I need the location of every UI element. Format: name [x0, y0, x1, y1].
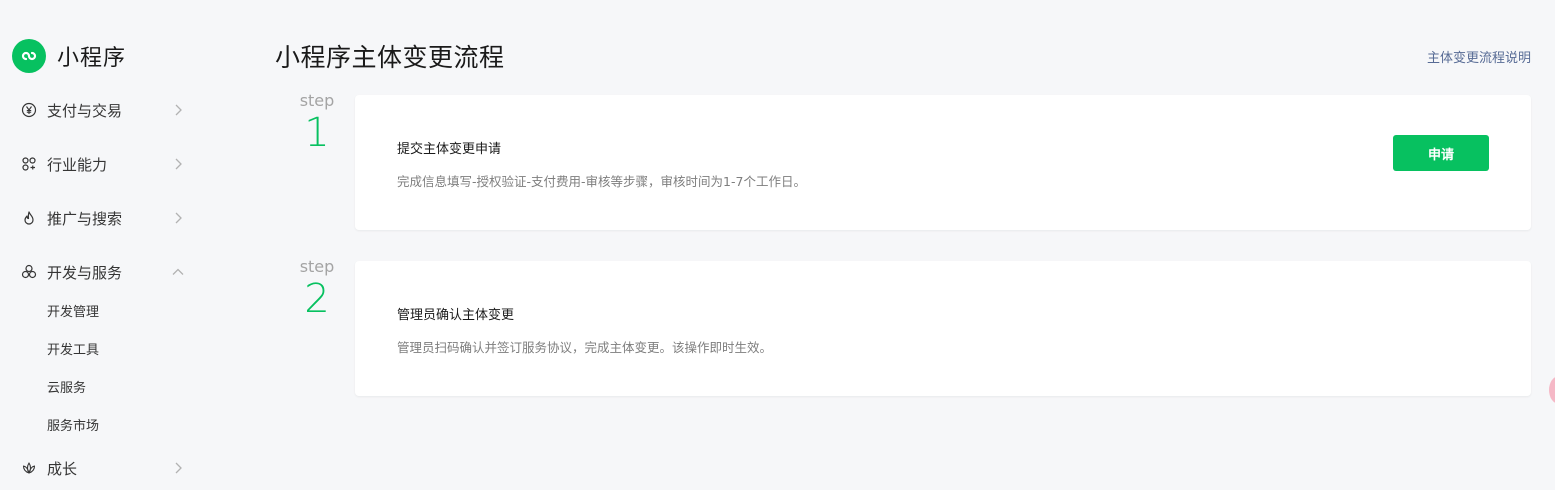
flame-icon: [20, 209, 38, 227]
sidebar-subitem-cloud-service[interactable]: 云服务: [47, 379, 86, 399]
sidebar-subitem-service-market[interactable]: 服务市场: [47, 417, 99, 437]
lotus-icon: [20, 459, 38, 477]
step-number: 2: [304, 276, 330, 322]
step-description: 管理员扫码确认并签订服务协议，完成主体变更。该操作即时生效。: [397, 340, 773, 355]
step-title: 管理员确认主体变更: [397, 308, 515, 323]
chevron-up-icon: [170, 264, 186, 280]
step-description: 完成信息填写-授权验证-支付费用-审核等步骤，审核时间为1-7个工作日。: [397, 174, 806, 189]
page: 小程序 支付与交易 行业能力 推广与搜索 开发与服务 开发管理 开发工具 云服务…: [0, 0, 1555, 490]
step-word: step: [299, 257, 335, 276]
three-circles-icon: [20, 263, 38, 281]
sidebar-item-dev-services[interactable]: 开发与服务: [20, 260, 190, 284]
sidebar: 小程序 支付与交易 行业能力 推广与搜索 开发与服务 开发管理 开发工具 云服务…: [0, 0, 240, 490]
sidebar-item-label: 推广与搜索: [47, 209, 123, 228]
yen-circle-icon: [20, 101, 38, 119]
miniprogram-link-icon: [12, 39, 46, 73]
sidebar-subitem-dev-management[interactable]: 开发管理: [47, 303, 99, 323]
sidebar-item-label: 支付与交易: [47, 101, 123, 120]
apply-button[interactable]: 申请: [1393, 135, 1489, 171]
sidebar-item-label: 成长: [47, 459, 78, 478]
step-number: 1: [304, 110, 330, 156]
step-word: step: [299, 91, 335, 110]
step-card: 提交主体变更申请 完成信息填写-授权验证-支付费用-审核等步骤，审核时间为1-7…: [355, 95, 1531, 230]
step-card: 管理员确认主体变更 管理员扫码确认并签订服务协议，完成主体变更。该操作即时生效。: [355, 261, 1531, 396]
sidebar-subitem-dev-tools[interactable]: 开发工具: [47, 341, 99, 361]
sidebar-item-growth[interactable]: 成长: [20, 456, 190, 480]
brand-name: 小程序: [57, 46, 127, 71]
step-marker: step 2: [292, 257, 342, 323]
page-title: 小程序主体变更流程: [275, 43, 505, 72]
chevron-right-icon: [170, 156, 186, 172]
chevron-right-icon: [170, 460, 186, 476]
floating-widget[interactable]: [1549, 376, 1555, 404]
sidebar-item-payment[interactable]: 支付与交易: [20, 98, 190, 122]
chevron-right-icon: [170, 210, 186, 226]
step-marker: step 1: [292, 91, 342, 157]
sidebar-item-label: 开发与服务: [47, 263, 123, 282]
step-title: 提交主体变更申请: [397, 142, 502, 157]
sidebar-item-industry[interactable]: 行业能力: [20, 152, 190, 176]
sidebar-item-label: 行业能力: [47, 155, 108, 174]
sidebar-item-promotion[interactable]: 推广与搜索: [20, 206, 190, 230]
brand[interactable]: 小程序: [12, 39, 126, 73]
process-help-link[interactable]: 主体变更流程说明: [1427, 47, 1531, 66]
chevron-right-icon: [170, 102, 186, 118]
cluster-icon: [20, 155, 38, 173]
